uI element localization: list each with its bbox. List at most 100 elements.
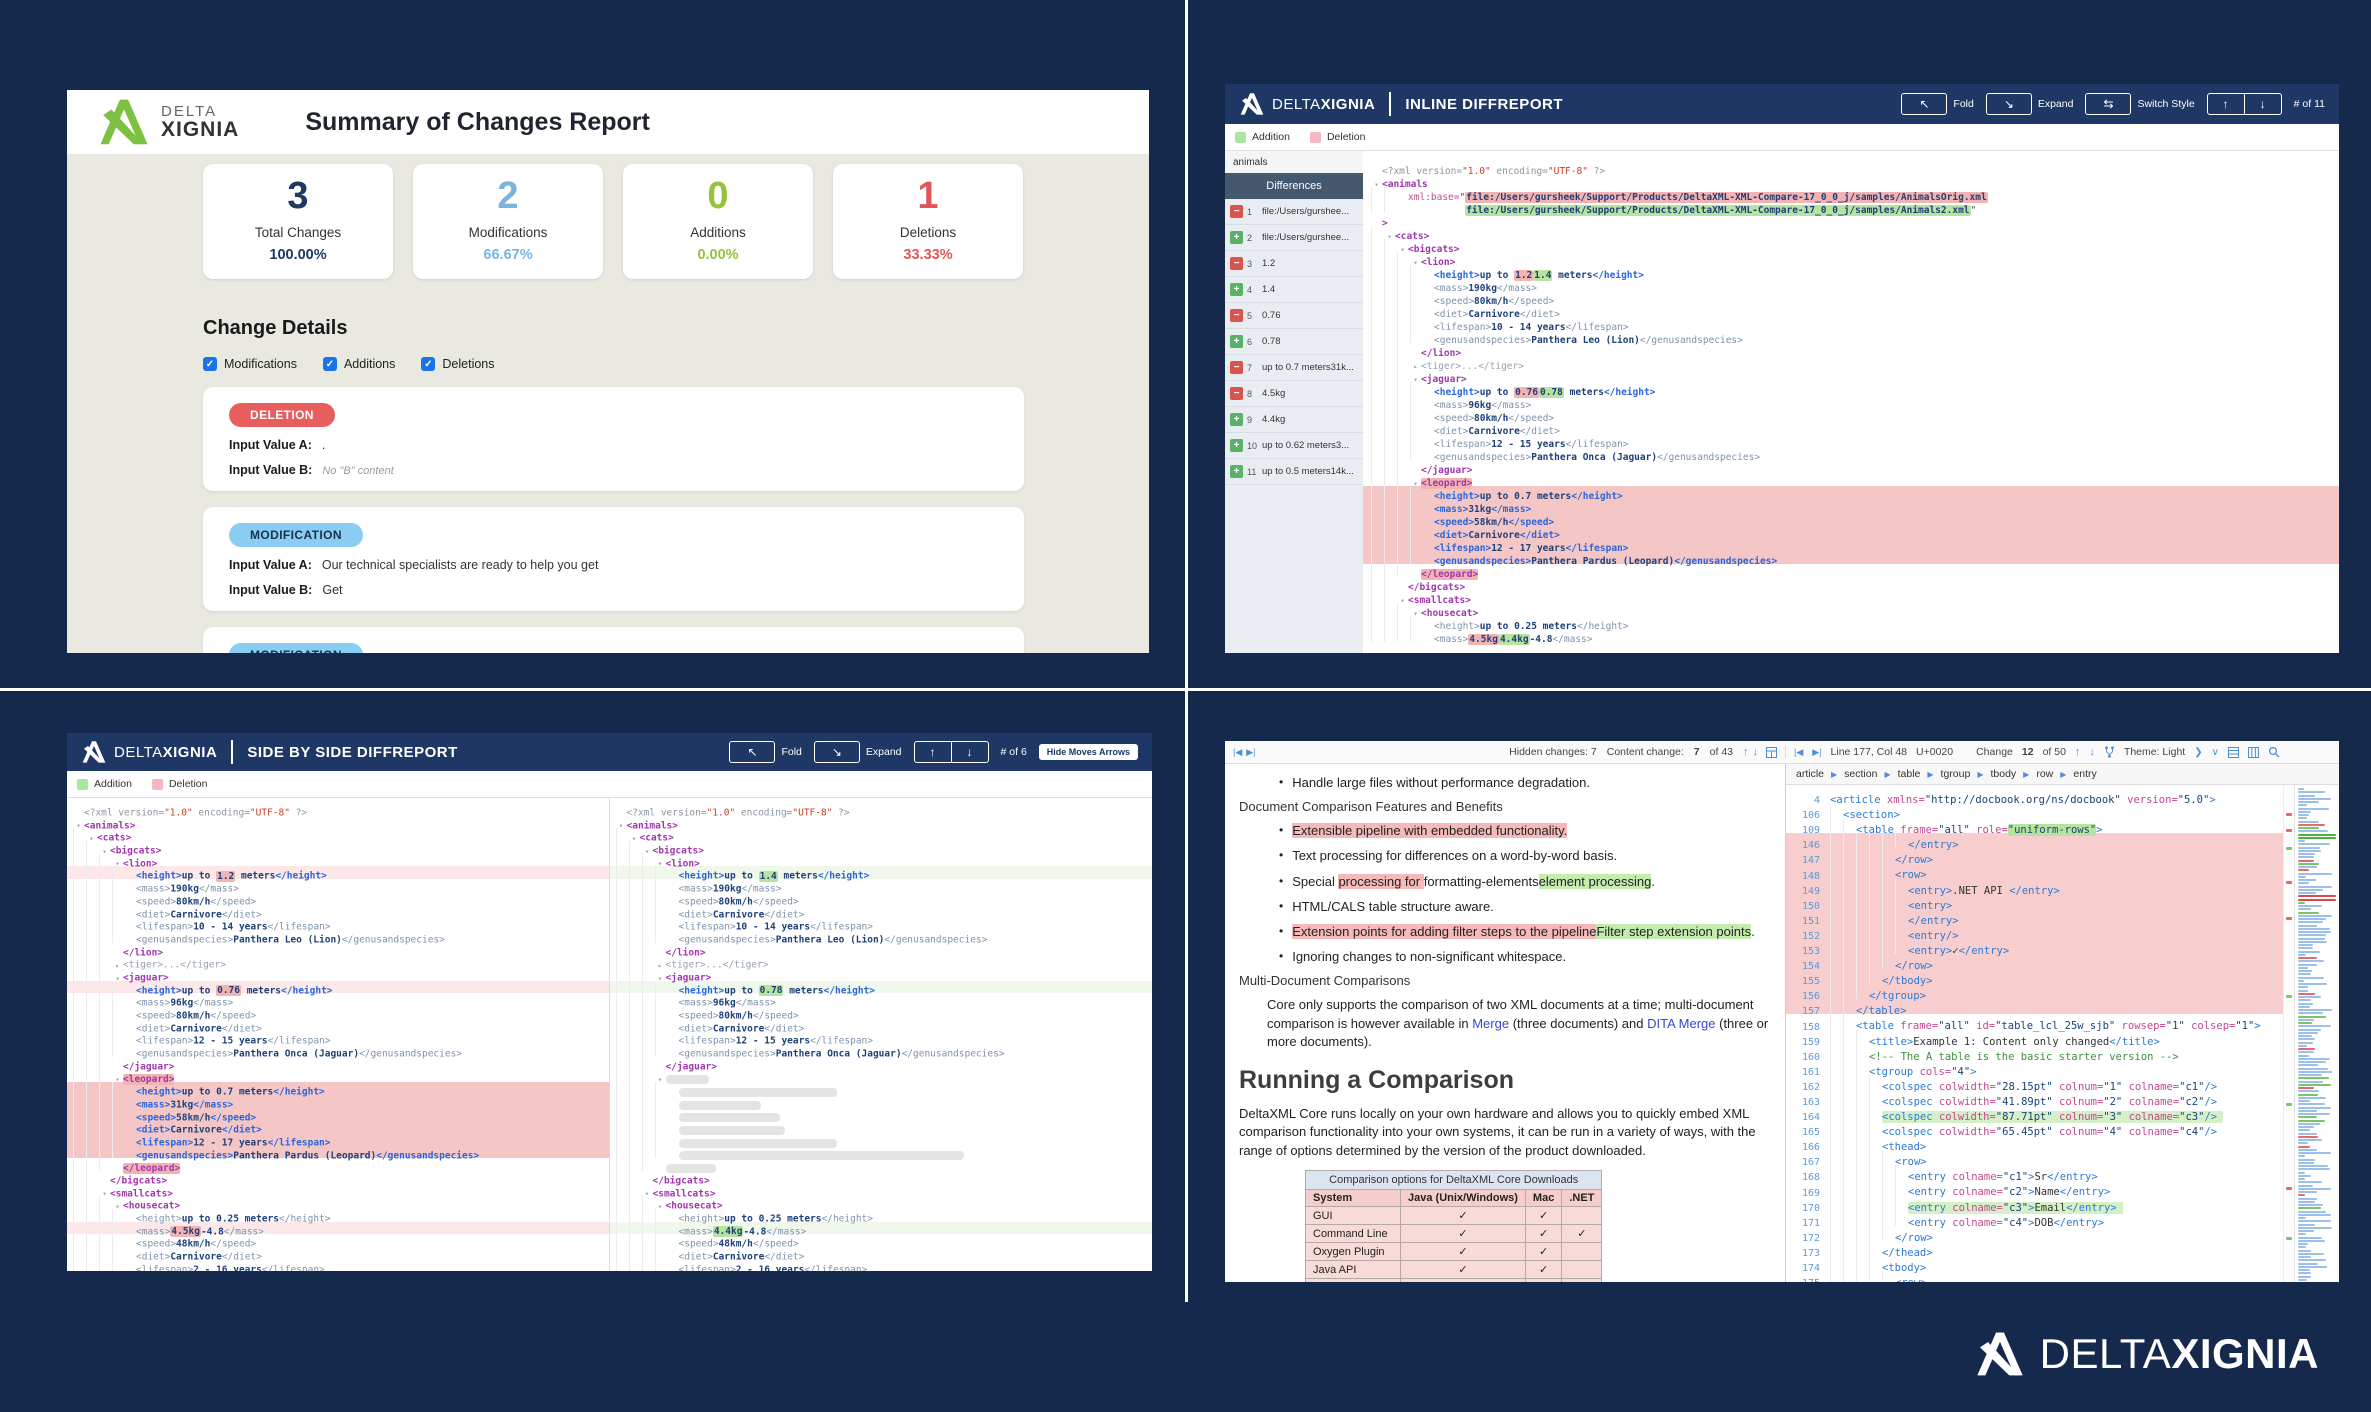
up-arrow-icon[interactable]: ↑ — [2208, 94, 2244, 114]
diff-list-item[interactable]: −1file:/Users/gurshee... — [1225, 199, 1363, 225]
breadcrumb-item-article[interactable]: article — [1796, 768, 1824, 780]
breadcrumb-item-table[interactable]: table — [1898, 768, 1921, 780]
diff-list-item[interactable]: −7up to 0.7 meters31k... — [1225, 355, 1363, 381]
fold-icon[interactable]: ↖ — [729, 741, 775, 763]
minimap-mark — [2298, 1113, 2330, 1115]
breadcrumb-item-tgroup[interactable]: tgroup — [1941, 768, 1971, 780]
prev-next-diff-buttons[interactable]: ↑↓ — [914, 741, 989, 763]
diff-list-item[interactable]: +10up to 0.62 meters3... — [1225, 433, 1363, 459]
addition-icon: + — [1230, 465, 1243, 478]
code-line: <diet>Carnivore</diet> — [67, 905, 609, 918]
search-icon[interactable] — [2268, 746, 2280, 758]
last-change-icon[interactable]: ▶| — [1812, 747, 1821, 758]
minimap-scrollbar[interactable] — [2294, 785, 2339, 1282]
chevron-down-icon[interactable]: ∨ — [2212, 747, 2219, 758]
switch-style-button[interactable]: ⇆Switch Style — [2085, 93, 2194, 115]
fold-button[interactable]: ↖Fold — [729, 741, 801, 763]
prev-change-icon[interactable]: ↑ — [1743, 746, 1749, 758]
diff-list-item[interactable]: +11up to 0.5 meters14k... — [1225, 459, 1363, 485]
indent-guides — [616, 968, 655, 981]
diff-list-item[interactable]: +60.78 — [1225, 329, 1363, 355]
doc-link[interactable]: Merge — [1472, 1016, 1509, 1031]
checkbox-icon[interactable]: ✓ — [203, 357, 217, 371]
code-line: <mass>190kg</mass> — [1363, 278, 2339, 291]
filter-checkbox-deletions[interactable]: ✓ Deletions — [421, 357, 494, 371]
check-cell — [1401, 1279, 1526, 1282]
doc-text: Ignoring changes to non-significant whit… — [1292, 949, 1566, 964]
fold-icon[interactable]: ↖ — [1901, 93, 1947, 115]
diff-list-item[interactable]: −31.2 — [1225, 251, 1363, 277]
code-line: 163<colspec colwidth="41.89pt" colnum="2… — [1786, 1090, 2283, 1105]
minimap-mark — [2298, 970, 2312, 972]
checkbox-icon[interactable]: ✓ — [323, 357, 337, 371]
grid-view-icon[interactable] — [2228, 747, 2239, 758]
columns-view-icon[interactable] — [2248, 747, 2259, 758]
fold-button[interactable]: ↖Fold — [1901, 93, 1973, 115]
code-line — [610, 1108, 1153, 1121]
switch-style-icon[interactable]: ⇆ — [2085, 93, 2131, 115]
expand-button[interactable]: ↘Expand — [814, 741, 902, 763]
code-line: <mass>31kg</mass> — [67, 1095, 609, 1108]
minimap-mark — [2298, 1123, 2320, 1125]
hide-moves-arrows-button[interactable]: Hide Moves Arrows — [1039, 744, 1138, 760]
comparison-options-table: Comparison options for DeltaXML Core Dow… — [1305, 1170, 1602, 1282]
gutter-tick — [2286, 813, 2292, 816]
bullet-icon: • — [1279, 898, 1283, 916]
next-change-icon[interactable]: ↓ — [1753, 746, 1759, 758]
minimap-mark — [2298, 798, 2331, 800]
filter-label: Deletions — [442, 357, 494, 371]
code-line: <?xml version="1.0" encoding="UTF-8" ?> — [610, 803, 1153, 816]
breadcrumb-item-row[interactable]: row — [2036, 768, 2053, 780]
document-compare-pane[interactable]: •Handle large files without performance … — [1225, 764, 1786, 1282]
bullet-icon: • — [1279, 873, 1283, 891]
code-line: 158<table frame="all" id="table_lcl_25w_… — [1786, 1014, 2283, 1029]
deltaxignia-logo-icon — [1239, 92, 1265, 116]
changes-table-icon[interactable] — [1766, 747, 1777, 758]
code-line: <diet>Carnivore</diet> — [67, 1247, 609, 1260]
next-change-icon[interactable]: ↓ — [2089, 746, 2095, 758]
code-line — [610, 1133, 1153, 1146]
diff-list-item[interactable]: +2file:/Users/gurshee... — [1225, 225, 1363, 251]
merge-fork-icon[interactable] — [2104, 746, 2115, 758]
down-arrow-icon[interactable]: ↓ — [2244, 94, 2281, 114]
minimap-mark — [2298, 1038, 2315, 1040]
indent-guides — [73, 981, 125, 994]
prev-change-icon[interactable]: ↑ — [2075, 746, 2081, 758]
diff-list-item[interactable]: +41.4 — [1225, 277, 1363, 303]
breadcrumb-item-section[interactable]: section — [1844, 768, 1877, 780]
bullet-text: Extension points for adding filter steps… — [1292, 923, 1755, 941]
code-line: ▾<lion> — [610, 854, 1153, 867]
minimap-mark — [2298, 1165, 2328, 1167]
filter-checkbox-modifications[interactable]: ✓Modifications — [203, 357, 297, 371]
sbs-right-document[interactable]: <?xml version="1.0" encoding="UTF-8" ?> ▾… — [610, 798, 1153, 1271]
filter-checkbox-additions[interactable]: ✓Additions — [323, 357, 395, 371]
breadcrumb-item-tbody[interactable]: tbody — [1990, 768, 2016, 780]
prev-next-diff-buttons[interactable]: ↑↓ — [2207, 93, 2282, 115]
xml-source-editor[interactable]: 4<article xmlns="http://docbook.org/ns/d… — [1786, 785, 2283, 1282]
change-type-badge: DELETION — [229, 403, 335, 427]
first-change-icon[interactable]: |◀ — [1794, 747, 1803, 758]
doc-link[interactable]: DITA Merge — [1647, 1016, 1715, 1031]
last-change-icon[interactable]: ▶| — [1246, 747, 1255, 758]
diff-list-item[interactable]: −84.5kg — [1225, 381, 1363, 407]
code-line: ▸<tiger>...</tiger> — [67, 955, 609, 968]
indent-guides — [1830, 1256, 1882, 1271]
minimap-mark — [2298, 1263, 2318, 1265]
checkbox-icon[interactable]: ✓ — [421, 357, 435, 371]
diff-list-item[interactable]: −50.76 — [1225, 303, 1363, 329]
first-change-icon[interactable]: |◀ — [1233, 747, 1242, 758]
expand-icon[interactable]: ↘ — [1986, 93, 2032, 115]
expand-button[interactable]: ↘Expand — [1986, 93, 2074, 115]
sbs-left-document[interactable]: <?xml version="1.0" encoding="UTF-8" ?>▾… — [67, 798, 610, 1271]
up-arrow-icon[interactable]: ↑ — [915, 742, 951, 762]
file-tab[interactable]: animals — [1225, 151, 1363, 173]
expand-icon[interactable]: ↘ — [814, 741, 860, 763]
inline-code-view[interactable]: <?xml version="1.0" encoding="UTF-8" ?>▾… — [1363, 151, 2339, 653]
diff-list-item[interactable]: +94.4kg — [1225, 407, 1363, 433]
down-arrow-icon[interactable]: ↓ — [951, 742, 988, 762]
breadcrumb-item-entry[interactable]: entry — [2073, 768, 2096, 780]
theme-indicator[interactable]: Theme: Light — [2124, 746, 2185, 758]
code-line: <lifespan>2 - 16 years</lifespan> — [67, 1260, 609, 1271]
addition-swatch — [1235, 132, 1246, 143]
chevron-right-icon[interactable]: ❯ — [2194, 747, 2202, 758]
